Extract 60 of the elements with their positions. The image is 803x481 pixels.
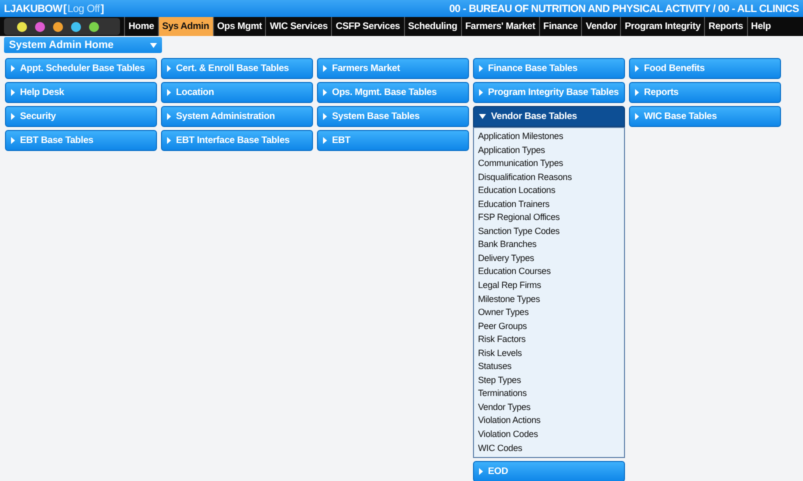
submenu-item[interactable]: Bank Branches [478,238,620,252]
caret-right-icon [323,89,327,96]
caret-right-icon [635,113,639,120]
caret-right-icon [323,137,327,144]
caret-right-icon [635,65,639,72]
caret-right-icon [167,89,171,96]
caret-right-icon [11,113,15,120]
nav-tab[interactable]: Ops Mgmt [212,17,266,36]
nav-tab[interactable]: Reports [704,17,747,36]
submenu-item[interactable]: Vendor Types [478,400,620,414]
caret-right-icon [11,137,15,144]
submenu-item[interactable]: Delivery Types [478,252,620,266]
submenu-item[interactable]: Legal Rep Firms [478,279,620,293]
caret-right-icon [167,65,171,72]
nav-tab[interactable]: Sys Admin [158,17,213,36]
caret-down-icon [150,42,157,48]
caret-right-icon [479,65,483,72]
caret-right-icon [479,468,483,476]
submenu-item[interactable]: Violation Codes [478,428,620,442]
submenu-item[interactable]: Education Trainers [478,198,620,212]
submenu-item[interactable]: Application Types [478,144,620,158]
submenu-item[interactable]: Owner Types [478,306,620,320]
nav-tab[interactable]: Help [746,17,774,36]
caret-right-icon [11,89,15,96]
submenu-item[interactable]: Education Locations [478,184,620,198]
submenu-item[interactable]: Terminations [478,387,620,401]
caret-right-icon [323,65,327,72]
submenu-item[interactable]: Risk Factors [478,333,620,347]
submenu-item[interactable]: Step Types [478,374,620,388]
caret-right-icon [323,113,327,120]
nav-tab[interactable]: Program Integrity [620,17,704,36]
submenu-item[interactable]: Violation Actions [478,414,620,428]
bracket: [ [63,2,66,14]
nav-tab[interactable]: Farmers' Market [460,17,539,36]
caret-right-icon [167,137,171,144]
submenu-item[interactable]: Peer Groups [478,320,620,334]
submenu-item[interactable]: Risk Levels [478,346,620,360]
submenu-item[interactable]: Communication Types [478,157,620,171]
submenu-item[interactable]: Disqualification Reasons [478,170,620,184]
organization-label: 00 - BUREAU OF NUTRITION AND PHYSICAL ACTIVITY / 00 - ALL CLINICS [449,2,799,14]
nav-tab[interactable]: Vendor [581,17,620,36]
menu-section-button[interactable]: Vendor Base Tables [473,106,625,127]
caret-down-icon [479,114,486,119]
submenu-item[interactable]: Statuses [478,360,620,374]
submenu-item[interactable]: Milestone Types [478,292,620,306]
submenu-item[interactable]: WIC Codes [478,442,620,456]
submenu-item[interactable]: Education Courses [478,265,620,280]
caret-right-icon [11,65,15,72]
caret-right-icon [479,89,483,96]
bracket: ] [100,2,104,14]
submenu-item[interactable]: Application Milestones [478,130,620,144]
user-name: LJAKUBOW [4,2,62,14]
caret-right-icon [635,89,639,96]
nav-tab[interactable]: Finance [538,17,582,36]
nav-tab[interactable]: WIC Services [265,17,332,36]
caret-right-icon [167,113,171,120]
nav-tab[interactable]: CSFP Services [331,17,404,36]
submenu-item[interactable]: FSP Regional Offices [478,211,620,225]
submenu-item[interactable]: Sanction Type Codes [478,224,620,238]
nav-tab[interactable]: Scheduling [404,17,461,36]
